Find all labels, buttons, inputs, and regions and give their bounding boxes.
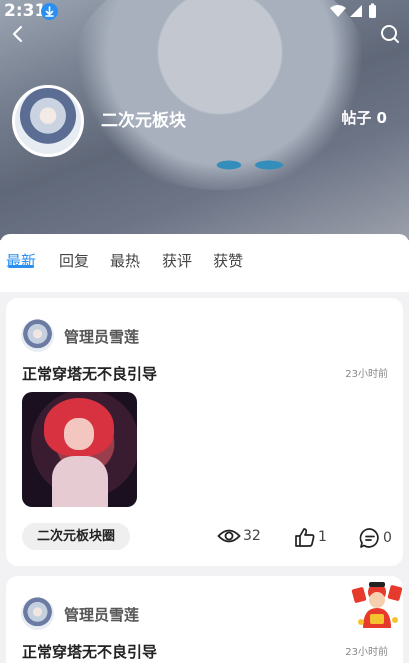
- battery-icon: [369, 5, 376, 18]
- author-avatar[interactable]: [21, 319, 54, 352]
- post-thumbnail[interactable]: [22, 392, 137, 507]
- wifi-icon: [330, 5, 346, 17]
- tab-hottest[interactable]: 最热: [110, 250, 140, 271]
- like-button[interactable]: 1: [294, 527, 327, 547]
- post-card[interactable]: 管理员雪莲 正常穿塔无不良引导 23小时前 二次元板块圈 32 1 0: [6, 298, 403, 566]
- board-tag[interactable]: 二次元板块圈: [22, 523, 131, 550]
- author-avatar[interactable]: [21, 597, 54, 630]
- system-icons: [329, 3, 385, 23]
- download-icon: [41, 3, 58, 20]
- board-title: 二次元板块: [101, 111, 186, 131]
- app-root: 2:31 二次元板块 帖子 0 最新 回复 最热 获评 获赞 管理员雪莲 正常穿…: [0, 0, 409, 663]
- tab-bar: 最新 回复 最热 获评 获赞: [0, 234, 409, 292]
- back-icon[interactable]: [8, 24, 28, 44]
- views-count: 32: [243, 528, 261, 544]
- comment-icon: [359, 528, 379, 548]
- views-stat[interactable]: 32: [217, 527, 261, 545]
- status-bar: 2:31: [0, 0, 409, 22]
- search-icon[interactable]: [379, 23, 401, 45]
- post-title[interactable]: 正常穿塔无不良引导: [22, 641, 157, 662]
- post-time: 23小时前: [345, 647, 388, 658]
- post-card[interactable]: 管理员雪莲 正常穿塔无不良引导 23小时前: [6, 576, 403, 663]
- tab-most-liked[interactable]: 获赞: [213, 250, 243, 271]
- board-post-count: 帖子 0: [341, 109, 387, 127]
- post-title[interactable]: 正常穿塔无不良引导: [22, 363, 157, 384]
- signal-icon: [350, 5, 362, 17]
- author-name[interactable]: 管理员雪莲: [64, 326, 139, 347]
- board-avatar: [12, 85, 84, 157]
- active-tab-indicator: [8, 265, 34, 268]
- tab-most-reviewed[interactable]: 获评: [162, 250, 192, 271]
- floating-lucky-sticker[interactable]: [349, 578, 405, 632]
- comment-button[interactable]: 0: [359, 527, 392, 549]
- post-time: 23小时前: [345, 369, 388, 380]
- thumbs-up-icon: [295, 528, 315, 547]
- eye-icon: [217, 529, 241, 543]
- author-name[interactable]: 管理员雪莲: [64, 604, 139, 625]
- likes-count: 1: [318, 529, 327, 545]
- comments-count: 0: [383, 530, 392, 546]
- status-time: 2:31: [4, 1, 47, 21]
- tab-replies[interactable]: 回复: [59, 250, 89, 271]
